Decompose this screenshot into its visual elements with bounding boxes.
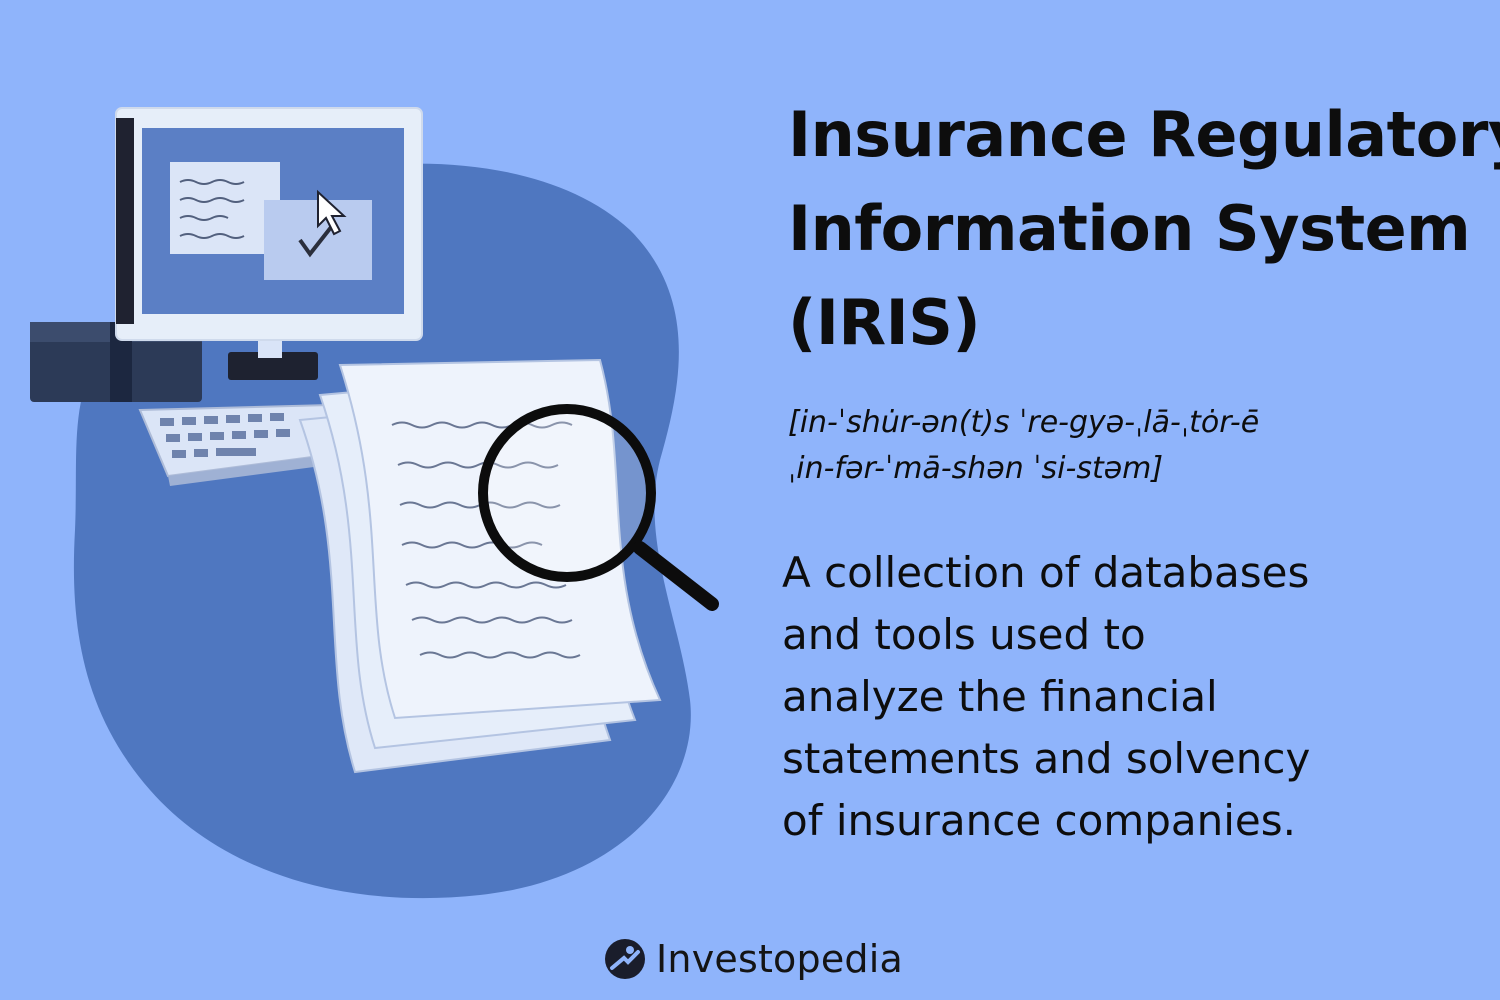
- page-title: Insurance Regulatory Information System …: [788, 88, 1500, 370]
- investopedia-logo-icon: [605, 939, 645, 979]
- monitor-icon: [115, 107, 423, 380]
- definition-line: and tools used to: [782, 610, 1146, 659]
- definition: A collection of databases and tools used…: [782, 542, 1482, 852]
- brand-name: Investopedia: [656, 937, 903, 981]
- definition-line: of insurance companies.: [782, 796, 1296, 845]
- title-line: (IRIS): [788, 286, 981, 359]
- definition-line: statements and solvency: [782, 734, 1311, 783]
- pronunciation-line: ˌin-fər-ˈmā-shən ˈsi-stəm]: [788, 451, 1164, 486]
- pronunciation-line: [in-ˈshu̇r-ən(t)s ˈre-gyə-ˌlā-ˌtȯr-ē: [788, 405, 1260, 440]
- brand-logo: Investopedia: [604, 934, 903, 984]
- illustration: [30, 107, 719, 899]
- title-line: Information System: [788, 192, 1471, 265]
- pronunciation: [in-ˈshu̇r-ən(t)s ˈre-gyə-ˌlā-ˌtȯr-ē ˌin…: [788, 400, 1478, 492]
- title-line: Insurance Regulatory: [788, 98, 1500, 171]
- definition-line: A collection of databases: [782, 548, 1310, 597]
- definition-line: analyze the financial: [782, 672, 1218, 721]
